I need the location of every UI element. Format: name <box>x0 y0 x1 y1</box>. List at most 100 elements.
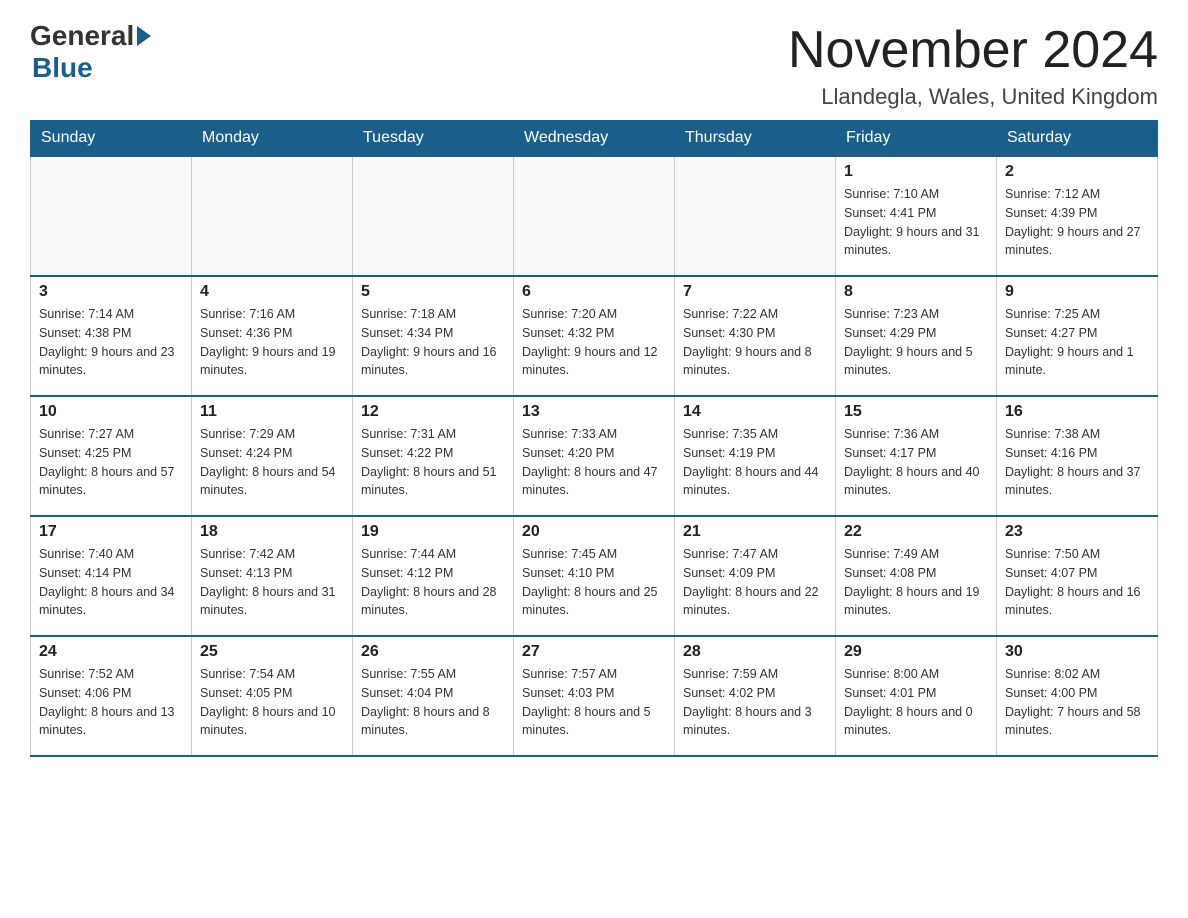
calendar-week-row: 3 Sunrise: 7:14 AM Sunset: 4:38 PM Dayli… <box>31 276 1158 396</box>
daylight-text: Daylight: 8 hours and 51 minutes. <box>361 465 497 498</box>
day-number: 10 <box>39 403 183 421</box>
day-number: 30 <box>1005 643 1149 661</box>
daylight-text: Daylight: 8 hours and 8 minutes. <box>361 705 490 738</box>
day-info: Sunrise: 7:23 AM Sunset: 4:29 PM Dayligh… <box>844 305 988 380</box>
daylight-text: Daylight: 7 hours and 58 minutes. <box>1005 705 1141 738</box>
calendar-cell: 10 Sunrise: 7:27 AM Sunset: 4:25 PM Dayl… <box>31 396 192 516</box>
sunrise-text: Sunrise: 7:20 AM <box>522 307 617 321</box>
calendar-cell: 11 Sunrise: 7:29 AM Sunset: 4:24 PM Dayl… <box>192 396 353 516</box>
sunset-text: Sunset: 4:25 PM <box>39 446 131 460</box>
day-number: 14 <box>683 403 827 421</box>
calendar-week-row: 10 Sunrise: 7:27 AM Sunset: 4:25 PM Dayl… <box>31 396 1158 516</box>
column-header-saturday: Saturday <box>997 121 1158 157</box>
day-number: 8 <box>844 283 988 301</box>
sunset-text: Sunset: 4:14 PM <box>39 566 131 580</box>
daylight-text: Daylight: 8 hours and 28 minutes. <box>361 585 497 618</box>
day-number: 25 <box>200 643 344 661</box>
sunset-text: Sunset: 4:30 PM <box>683 326 775 340</box>
calendar-cell: 8 Sunrise: 7:23 AM Sunset: 4:29 PM Dayli… <box>836 276 997 396</box>
calendar-cell <box>514 156 675 276</box>
calendar-cell: 12 Sunrise: 7:31 AM Sunset: 4:22 PM Dayl… <box>353 396 514 516</box>
column-header-friday: Friday <box>836 121 997 157</box>
sunrise-text: Sunrise: 8:00 AM <box>844 667 939 681</box>
day-number: 2 <box>1005 163 1149 181</box>
daylight-text: Daylight: 9 hours and 12 minutes. <box>522 345 658 378</box>
calendar-cell: 22 Sunrise: 7:49 AM Sunset: 4:08 PM Dayl… <box>836 516 997 636</box>
day-number: 9 <box>1005 283 1149 301</box>
day-number: 26 <box>361 643 505 661</box>
sunrise-text: Sunrise: 7:55 AM <box>361 667 456 681</box>
sunrise-text: Sunrise: 7:12 AM <box>1005 187 1100 201</box>
day-info: Sunrise: 7:22 AM Sunset: 4:30 PM Dayligh… <box>683 305 827 380</box>
sunrise-text: Sunrise: 7:54 AM <box>200 667 295 681</box>
sunrise-text: Sunrise: 7:23 AM <box>844 307 939 321</box>
column-header-wednesday: Wednesday <box>514 121 675 157</box>
day-info: Sunrise: 7:52 AM Sunset: 4:06 PM Dayligh… <box>39 665 183 740</box>
calendar-cell: 9 Sunrise: 7:25 AM Sunset: 4:27 PM Dayli… <box>997 276 1158 396</box>
day-info: Sunrise: 7:18 AM Sunset: 4:34 PM Dayligh… <box>361 305 505 380</box>
sunset-text: Sunset: 4:12 PM <box>361 566 453 580</box>
day-info: Sunrise: 7:27 AM Sunset: 4:25 PM Dayligh… <box>39 425 183 500</box>
calendar-cell: 29 Sunrise: 8:00 AM Sunset: 4:01 PM Dayl… <box>836 636 997 756</box>
sunrise-text: Sunrise: 7:31 AM <box>361 427 456 441</box>
column-header-sunday: Sunday <box>31 121 192 157</box>
sunrise-text: Sunrise: 7:59 AM <box>683 667 778 681</box>
calendar-cell: 23 Sunrise: 7:50 AM Sunset: 4:07 PM Dayl… <box>997 516 1158 636</box>
day-info: Sunrise: 8:00 AM Sunset: 4:01 PM Dayligh… <box>844 665 988 740</box>
sunset-text: Sunset: 4:07 PM <box>1005 566 1097 580</box>
logo-general-text: General <box>30 20 134 52</box>
daylight-text: Daylight: 8 hours and 0 minutes. <box>844 705 973 738</box>
daylight-text: Daylight: 8 hours and 19 minutes. <box>844 585 980 618</box>
day-number: 20 <box>522 523 666 541</box>
daylight-text: Daylight: 9 hours and 8 minutes. <box>683 345 812 378</box>
calendar-cell: 21 Sunrise: 7:47 AM Sunset: 4:09 PM Dayl… <box>675 516 836 636</box>
sunrise-text: Sunrise: 7:52 AM <box>39 667 134 681</box>
calendar-week-row: 24 Sunrise: 7:52 AM Sunset: 4:06 PM Dayl… <box>31 636 1158 756</box>
logo-blue-text: Blue <box>32 52 93 84</box>
sunset-text: Sunset: 4:03 PM <box>522 686 614 700</box>
day-info: Sunrise: 7:14 AM Sunset: 4:38 PM Dayligh… <box>39 305 183 380</box>
sunset-text: Sunset: 4:36 PM <box>200 326 292 340</box>
calendar-cell: 17 Sunrise: 7:40 AM Sunset: 4:14 PM Dayl… <box>31 516 192 636</box>
daylight-text: Daylight: 8 hours and 54 minutes. <box>200 465 336 498</box>
day-number: 15 <box>844 403 988 421</box>
sunset-text: Sunset: 4:13 PM <box>200 566 292 580</box>
day-info: Sunrise: 7:42 AM Sunset: 4:13 PM Dayligh… <box>200 545 344 620</box>
sunrise-text: Sunrise: 7:45 AM <box>522 547 617 561</box>
day-number: 23 <box>1005 523 1149 541</box>
sunset-text: Sunset: 4:16 PM <box>1005 446 1097 460</box>
day-info: Sunrise: 7:35 AM Sunset: 4:19 PM Dayligh… <box>683 425 827 500</box>
sunset-text: Sunset: 4:22 PM <box>361 446 453 460</box>
calendar-cell: 15 Sunrise: 7:36 AM Sunset: 4:17 PM Dayl… <box>836 396 997 516</box>
sunset-text: Sunset: 4:00 PM <box>1005 686 1097 700</box>
sunrise-text: Sunrise: 7:10 AM <box>844 187 939 201</box>
sunrise-text: Sunrise: 7:38 AM <box>1005 427 1100 441</box>
day-info: Sunrise: 7:29 AM Sunset: 4:24 PM Dayligh… <box>200 425 344 500</box>
day-info: Sunrise: 7:10 AM Sunset: 4:41 PM Dayligh… <box>844 185 988 260</box>
daylight-text: Daylight: 8 hours and 37 minutes. <box>1005 465 1141 498</box>
day-number: 19 <box>361 523 505 541</box>
sunrise-text: Sunrise: 7:18 AM <box>361 307 456 321</box>
day-info: Sunrise: 7:55 AM Sunset: 4:04 PM Dayligh… <box>361 665 505 740</box>
sunset-text: Sunset: 4:10 PM <box>522 566 614 580</box>
day-number: 29 <box>844 643 988 661</box>
location-text: Llandegla, Wales, United Kingdom <box>788 84 1158 110</box>
month-title: November 2024 <box>788 20 1158 80</box>
calendar-cell: 27 Sunrise: 7:57 AM Sunset: 4:03 PM Dayl… <box>514 636 675 756</box>
calendar-cell <box>31 156 192 276</box>
sunrise-text: Sunrise: 7:27 AM <box>39 427 134 441</box>
sunrise-text: Sunrise: 7:16 AM <box>200 307 295 321</box>
calendar-table: SundayMondayTuesdayWednesdayThursdayFrid… <box>30 120 1158 757</box>
calendar-week-row: 17 Sunrise: 7:40 AM Sunset: 4:14 PM Dayl… <box>31 516 1158 636</box>
title-section: November 2024 Llandegla, Wales, United K… <box>788 20 1158 110</box>
daylight-text: Daylight: 9 hours and 31 minutes. <box>844 225 980 258</box>
calendar-header-row: SundayMondayTuesdayWednesdayThursdayFrid… <box>31 121 1158 157</box>
day-number: 1 <box>844 163 988 181</box>
sunrise-text: Sunrise: 8:02 AM <box>1005 667 1100 681</box>
daylight-text: Daylight: 8 hours and 40 minutes. <box>844 465 980 498</box>
sunrise-text: Sunrise: 7:57 AM <box>522 667 617 681</box>
calendar-cell: 3 Sunrise: 7:14 AM Sunset: 4:38 PM Dayli… <box>31 276 192 396</box>
sunset-text: Sunset: 4:34 PM <box>361 326 453 340</box>
day-info: Sunrise: 7:16 AM Sunset: 4:36 PM Dayligh… <box>200 305 344 380</box>
day-info: Sunrise: 7:36 AM Sunset: 4:17 PM Dayligh… <box>844 425 988 500</box>
